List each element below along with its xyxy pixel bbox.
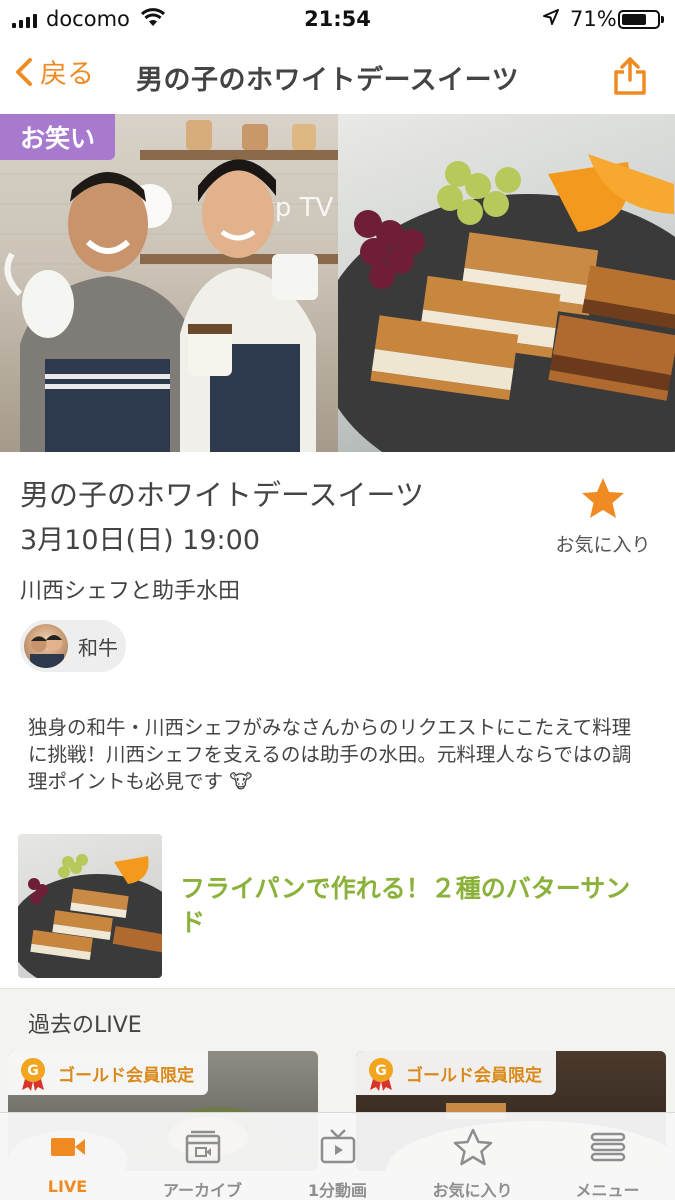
favorite-button[interactable]: お気に入り: [546, 476, 660, 557]
video-camera-icon: [51, 1138, 85, 1156]
recipe-thumbnail: [18, 834, 162, 978]
gold-member-badge: G ゴールド会員限定: [356, 1051, 556, 1095]
tab-favorites[interactable]: お気に入り: [405, 1113, 540, 1200]
past-live-heading: 過去のLIVE: [28, 1013, 142, 1038]
gold-medal-icon: G: [369, 1058, 393, 1091]
battery-icon: [618, 10, 664, 29]
svg-text:G: G: [27, 1063, 39, 1079]
favorite-label: お気に入り: [555, 534, 651, 556]
program-datetime: 3月10日(日) 19:00: [20, 525, 260, 556]
tab-one-minute-video[interactable]: 1分動画: [270, 1113, 405, 1200]
category-badge: お笑い: [0, 114, 115, 160]
tab-label: 1分動画: [307, 1181, 368, 1200]
recipe-link[interactable]: フライパンで作れる！２種のバターサンド: [18, 834, 658, 978]
back-button[interactable]: 戻る: [14, 52, 94, 91]
status-bar: docomo 21:54 71%: [0, 0, 675, 38]
tab-label: LIVE: [47, 1177, 88, 1196]
gold-member-label: ゴールド会員限定: [58, 1065, 194, 1086]
tab-label: メニュー: [575, 1181, 640, 1200]
svg-text:G: G: [375, 1063, 387, 1079]
gold-medal-icon: G: [21, 1058, 45, 1091]
tab-live[interactable]: LIVE: [0, 1113, 135, 1200]
tv-icon: [320, 1129, 356, 1164]
navigation-bar: 戻る 男の子のホワイトデースイーツ: [0, 38, 675, 114]
location-arrow-icon: [543, 9, 559, 25]
gold-member-label: ゴールド会員限定: [406, 1065, 542, 1086]
hosts-photo: ookp TV お笑い: [0, 114, 338, 452]
hero-image: ookp TV お笑い: [0, 114, 675, 452]
share-icon[interactable]: [612, 56, 648, 96]
performer-name: 和牛: [78, 635, 118, 660]
gold-member-badge: G ゴールド会員限定: [8, 1051, 208, 1095]
star-icon: [582, 478, 624, 518]
program-subtitle: 川西シェフと助手水田: [20, 579, 241, 604]
tab-label: アーカイブ: [162, 1181, 243, 1200]
program-description: 独身の和牛・川西シェフがみなさんからのリクエストにこたえて料理に挑戦！川西シェフ…: [28, 716, 632, 793]
dessert-photo: [338, 114, 675, 452]
tab-menu[interactable]: メニュー: [540, 1113, 675, 1200]
tab-label: お気に入り: [432, 1181, 513, 1200]
back-label: 戻る: [40, 59, 94, 90]
program-title: 男の子のホワイトデースイーツ: [20, 478, 424, 512]
battery-percent: 71%: [570, 7, 617, 31]
chevron-left-icon: [16, 57, 32, 86]
tab-archive[interactable]: アーカイブ: [135, 1113, 270, 1200]
star-outline-icon: [453, 1128, 493, 1166]
page-title: 男の子のホワイトデースイーツ: [136, 65, 520, 96]
performer-chip[interactable]: 和牛: [20, 620, 126, 672]
avatar: [24, 624, 68, 668]
recipe-title: フライパンで作れる！２種のバターサンド: [180, 874, 631, 937]
tab-bar: LIVE アーカイブ 1分動画 お気に入り メニュー: [0, 1112, 675, 1200]
archive-icon: [185, 1130, 221, 1164]
menu-icon: [590, 1132, 626, 1162]
